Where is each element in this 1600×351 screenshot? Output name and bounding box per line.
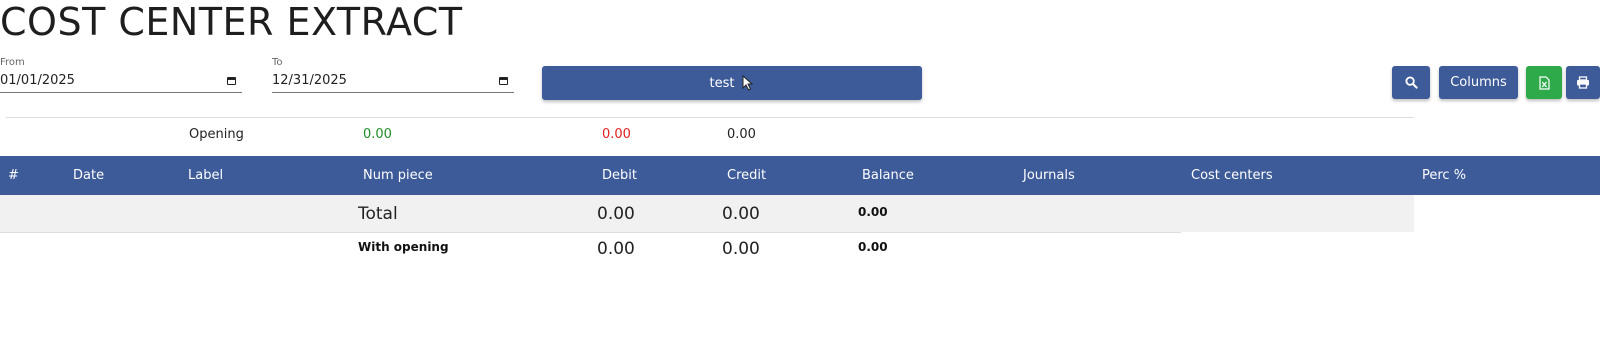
- column-header-debit[interactable]: Debit: [602, 168, 637, 184]
- divider: [6, 117, 1414, 118]
- total-label: Total: [358, 204, 398, 224]
- with-opening-label: With opening: [358, 240, 449, 254]
- opening-debit: 0.00: [363, 127, 392, 142]
- excel-icon: [1538, 75, 1550, 90]
- search-icon: [1404, 76, 1418, 89]
- opening-credit: 0.00: [602, 127, 631, 142]
- with-opening-credit: 0.00: [722, 239, 760, 259]
- opening-balance: 0.00: [727, 127, 756, 142]
- table-header: # Date Label Num piece Debit Credit Bala…: [0, 156, 1600, 195]
- total-debit: 0.00: [597, 204, 635, 224]
- to-label: To: [272, 57, 283, 68]
- row-divider: [0, 232, 1181, 233]
- print-icon: [1577, 76, 1589, 89]
- to-date-field: To 12/31/2025: [272, 57, 514, 93]
- page-title: COST CENTER EXTRACT: [0, 0, 463, 44]
- from-date-input[interactable]: 01/01/2025: [0, 69, 242, 93]
- column-header-date[interactable]: Date: [73, 168, 104, 184]
- from-date-value: 01/01/2025: [0, 73, 75, 88]
- search-button[interactable]: [1392, 66, 1430, 99]
- column-header-perc[interactable]: Perc %: [1422, 168, 1466, 184]
- column-header-balance[interactable]: Balance: [862, 168, 914, 184]
- column-header-number[interactable]: #: [8, 168, 19, 184]
- column-header-num-piece[interactable]: Num piece: [363, 168, 433, 184]
- mouse-cursor-icon: [742, 75, 754, 91]
- page: COST CENTER EXTRACT From 01/01/2025 To 1…: [0, 0, 1600, 351]
- column-header-label[interactable]: Label: [188, 168, 223, 184]
- with-opening-balance: 0.00: [858, 240, 888, 254]
- opening-label: Opening: [189, 127, 244, 142]
- column-header-journals[interactable]: Journals: [1023, 168, 1075, 184]
- calendar-icon[interactable]: [499, 76, 508, 85]
- column-header-cost-centers[interactable]: Cost centers: [1191, 168, 1273, 184]
- with-opening-debit: 0.00: [597, 239, 635, 259]
- from-label: From: [0, 57, 25, 68]
- to-date-value: 12/31/2025: [272, 73, 347, 88]
- to-date-input[interactable]: 12/31/2025: [272, 69, 514, 93]
- test-button-label: test: [709, 75, 735, 91]
- column-header-credit[interactable]: Credit: [727, 168, 766, 184]
- total-balance: 0.00: [858, 205, 888, 219]
- columns-button[interactable]: Columns: [1439, 66, 1518, 99]
- from-date-field: From 01/01/2025: [0, 57, 242, 93]
- total-row: [0, 195, 1414, 232]
- total-credit: 0.00: [722, 204, 760, 224]
- calendar-icon[interactable]: [227, 76, 236, 85]
- test-button[interactable]: test: [542, 66, 922, 100]
- export-excel-button[interactable]: [1526, 66, 1562, 99]
- columns-button-label: Columns: [1450, 75, 1507, 90]
- print-button[interactable]: [1566, 66, 1600, 99]
